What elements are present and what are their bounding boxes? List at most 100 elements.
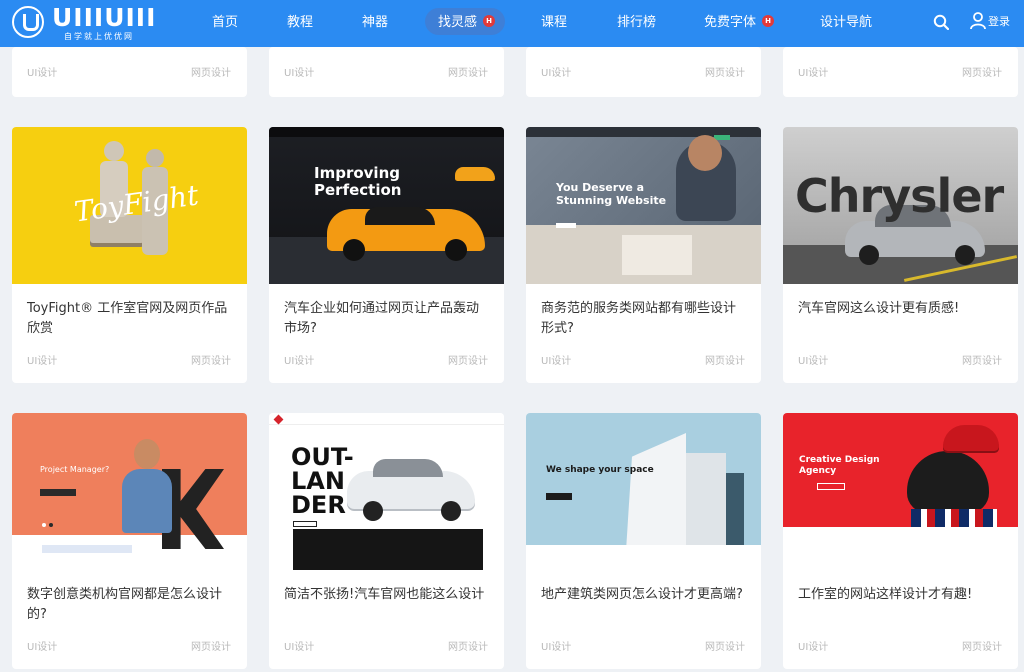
card-title[interactable]: 简洁不张扬!汽车官网也能这么设计	[284, 585, 489, 605]
figure-head-shape	[104, 141, 124, 161]
card-tag-ui[interactable]: UI设计	[798, 67, 828, 81]
thumb-button	[40, 489, 76, 496]
building-shape	[726, 473, 744, 551]
card-tag-ui[interactable]: UI设计	[284, 355, 314, 369]
wheel-shape	[955, 245, 975, 265]
nav-home[interactable]: 首页	[212, 11, 238, 35]
wheel-shape	[343, 239, 365, 261]
card-top-1[interactable]: UI设计 网页设计	[12, 47, 247, 97]
card-thumbnail[interactable]: You Deserve a Stunning Website	[526, 127, 761, 284]
nav-rankings-label: 排行榜	[617, 15, 657, 30]
card-tag-ui[interactable]: UI设计	[541, 641, 571, 655]
article-card[interactable]: Chrysler 汽车官网这么设计更有质感! UI设计 网页设计	[783, 127, 1018, 383]
card-tag-web[interactable]: 网页设计	[191, 641, 231, 655]
small-car-shape	[455, 167, 495, 181]
thumb-brand-word: Chrysler	[795, 169, 1004, 223]
thumb-navbar	[269, 127, 504, 137]
article-card[interactable]: We shape your space 地产建筑类网页怎么设计才更高端? UI设…	[526, 413, 761, 669]
beret-shape	[943, 425, 999, 451]
nav-courses[interactable]: 课程	[541, 11, 567, 35]
thumb-headline: You Deserve a Stunning Website	[556, 181, 667, 207]
person-shape	[122, 469, 172, 533]
person-head-shape	[688, 135, 722, 171]
card-tag-web[interactable]: 网页设计	[705, 355, 745, 369]
article-card[interactable]: ToyFight ToyFight® 工作室官网及网页作品欣赏 UI设计 网页设…	[12, 127, 247, 383]
wheel-shape	[441, 501, 461, 521]
card-tag-web[interactable]: 网页设计	[962, 67, 1002, 81]
card-title[interactable]: 汽车企业如何通过网页让产品轰动市场?	[284, 299, 489, 339]
slider-dot	[49, 523, 53, 527]
building-shape	[626, 433, 686, 551]
card-title[interactable]: 工作室的网站这样设计才有趣!	[798, 585, 1003, 605]
thumb-button	[546, 493, 572, 500]
figure-head-shape	[146, 149, 164, 167]
dog-head-shape	[907, 451, 989, 513]
article-card[interactable]: OUT-LANDER 简洁不张扬!汽车官网也能这么设计 UI设计 网页设计	[269, 413, 504, 669]
card-tag-ui[interactable]: UI设计	[27, 641, 57, 655]
card-tag-ui[interactable]: UI设计	[284, 641, 314, 655]
card-tag-ui[interactable]: UI设计	[27, 67, 57, 81]
site-logo[interactable]: UIIIUIII 自学就上优优网	[12, 4, 155, 42]
card-tag-web[interactable]: 网页设计	[962, 355, 1002, 369]
building-shape	[686, 453, 726, 551]
search-icon[interactable]	[933, 14, 949, 30]
thumb-headline: Improving Perfection	[314, 164, 402, 199]
card-title[interactable]: ToyFight® 工作室官网及网页作品欣赏	[27, 299, 232, 339]
card-thumbnail[interactable]: Chrysler	[783, 127, 1018, 284]
card-tag-ui[interactable]: UI设计	[541, 355, 571, 369]
nav-design-directory[interactable]: 设计导航	[820, 11, 872, 35]
nav-inspiration-label: 找灵感	[438, 15, 478, 30]
card-tag-web[interactable]: 网页设计	[705, 641, 745, 655]
nav-rankings[interactable]: 排行榜	[617, 11, 656, 35]
thumb-projects-strip	[526, 545, 761, 570]
card-tag-ui[interactable]: UI设计	[27, 355, 57, 369]
card-top-4[interactable]: UI设计 网页设计	[783, 47, 1018, 97]
card-tag-web[interactable]: 网页设计	[448, 67, 488, 81]
card-title[interactable]: 地产建筑类网页怎么设计才更高端?	[541, 585, 746, 605]
nav-tutorials[interactable]: 教程	[287, 11, 313, 35]
nav-free-fonts[interactable]: 免费字体 H	[704, 11, 775, 35]
card-thumbnail[interactable]: OUT-LANDER	[269, 413, 504, 570]
nav-tools[interactable]: 神器	[362, 11, 388, 35]
article-card[interactable]: You Deserve a Stunning Website 商务范的服务类网站…	[526, 127, 761, 383]
login-link[interactable]: 登录	[988, 14, 1010, 30]
article-card[interactable]: Project Manager? 数字创意类机构官网都是怎么设计的? UI设计 …	[12, 413, 247, 669]
article-card[interactable]: Improving Perfection 汽车企业如何通过网页让产品轰动市场? …	[269, 127, 504, 383]
card-tag-ui[interactable]: UI设计	[284, 67, 314, 81]
card-tag-web[interactable]: 网页设计	[705, 67, 745, 81]
card-title[interactable]: 汽车官网这么设计更有质感!	[798, 299, 1003, 319]
card-thumbnail[interactable]: Improving Perfection	[269, 127, 504, 284]
card-title[interactable]: 商务范的服务类网站都有哪些设计形式?	[541, 299, 746, 339]
card-tag-web[interactable]: 网页设计	[448, 355, 488, 369]
thumb-bar	[42, 545, 132, 553]
card-tag-ui[interactable]: UI设计	[541, 67, 571, 81]
card-tag-web[interactable]: 网页设计	[191, 67, 231, 81]
nav-inspiration[interactable]: 找灵感 H	[438, 11, 496, 35]
nav-tools-label: 神器	[362, 15, 389, 30]
thumb-lower-section	[783, 527, 1018, 570]
user-icon[interactable]	[970, 12, 986, 30]
thumb-headline: Project Manager?	[40, 465, 110, 474]
card-tag-web[interactable]: 网页设计	[191, 355, 231, 369]
nav-tutorials-label: 教程	[287, 15, 314, 30]
article-card[interactable]: Creative Design Agency 工作室的网站这样设计才有趣! UI…	[783, 413, 1018, 669]
top-header: UIIIUIII 自学就上优优网 首页 教程 神器 找灵感 H 课程 排行榜 免费…	[0, 0, 1024, 47]
thumb-headline: We shape your space	[546, 465, 654, 475]
card-tag-web[interactable]: 网页设计	[448, 641, 488, 655]
car-window-shape	[365, 207, 435, 225]
hot-badge: H	[483, 15, 496, 27]
card-thumbnail[interactable]: Creative Design Agency	[783, 413, 1018, 570]
thumb-model-word: OUT-LANDER	[291, 443, 354, 519]
card-tag-ui[interactable]: UI设计	[798, 355, 828, 369]
model-building-shape	[622, 235, 692, 275]
card-thumbnail[interactable]: Project Manager?	[12, 413, 247, 570]
card-tag-web[interactable]: 网页设计	[962, 641, 1002, 655]
card-top-2[interactable]: UI设计 网页设计	[269, 47, 504, 97]
wheel-shape	[859, 245, 879, 265]
card-top-3[interactable]: UI设计 网页设计	[526, 47, 761, 97]
card-title[interactable]: 数字创意类机构官网都是怎么设计的?	[27, 585, 232, 625]
nav-home-label: 首页	[212, 15, 239, 30]
card-thumbnail[interactable]: We shape your space	[526, 413, 761, 570]
card-thumbnail[interactable]: ToyFight	[12, 127, 247, 284]
card-tag-ui[interactable]: UI设计	[798, 641, 828, 655]
